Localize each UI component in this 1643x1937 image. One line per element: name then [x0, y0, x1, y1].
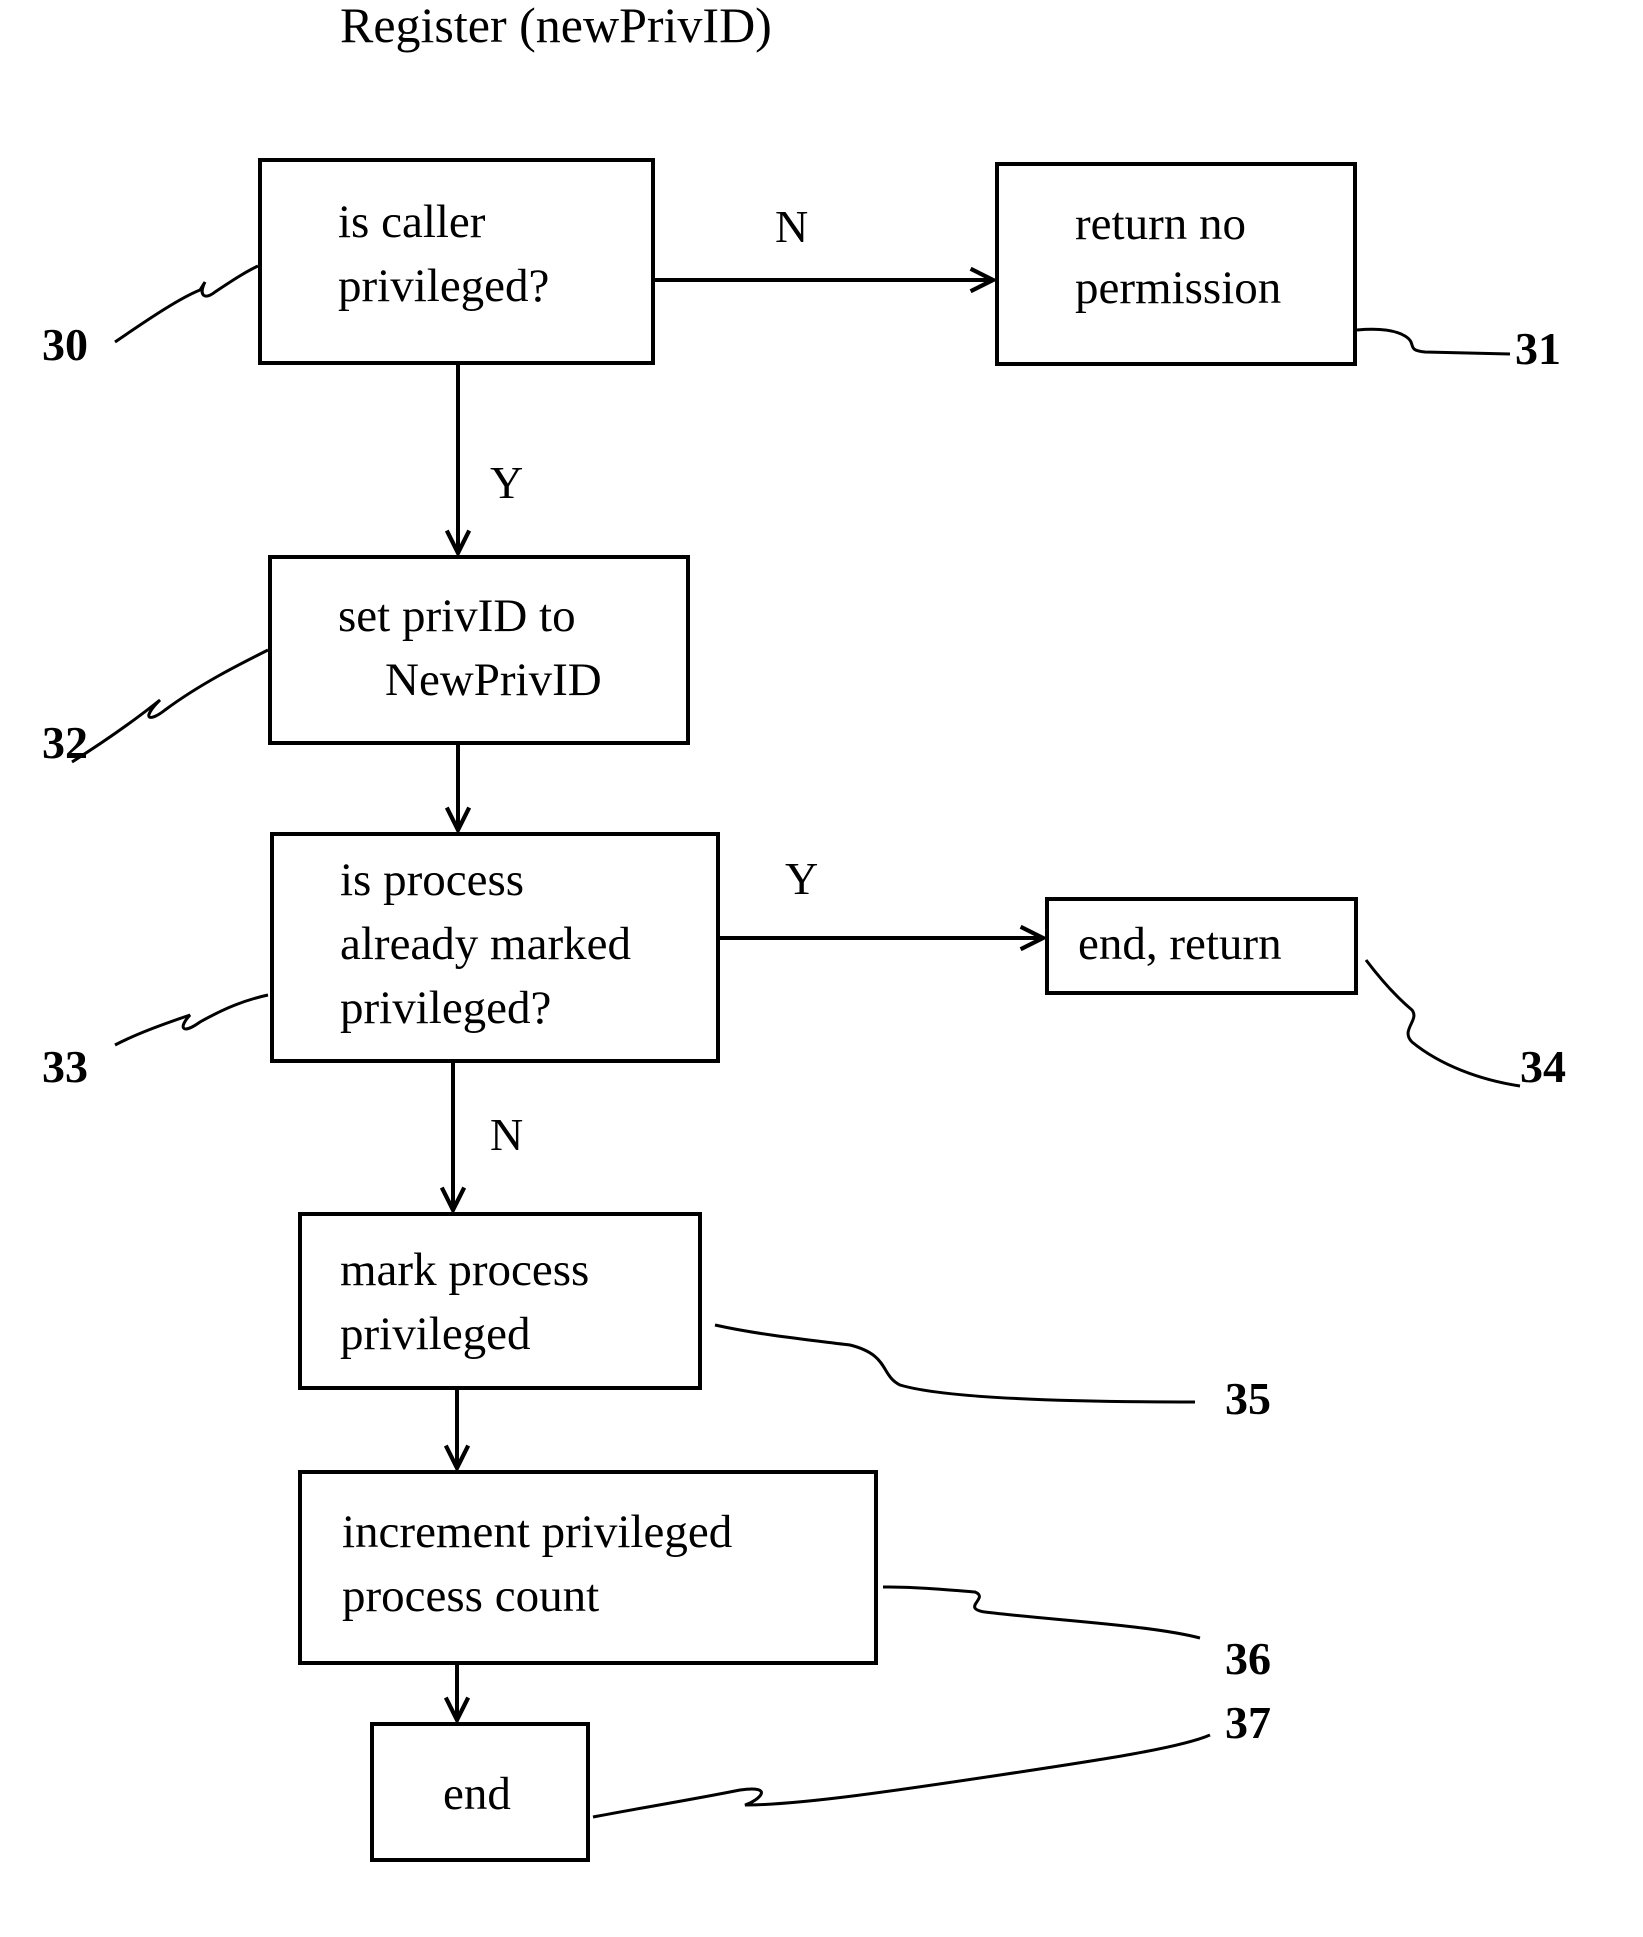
- ref-number-34: 34: [1520, 1041, 1566, 1092]
- ref-number-36: 36: [1225, 1633, 1271, 1684]
- ref-number-30: 30: [42, 319, 88, 370]
- ref-number-33: 33: [42, 1041, 88, 1092]
- leader-35: [714, 1323, 1196, 1404]
- node-31-line-1: return no: [1075, 198, 1246, 250]
- leader-33: [114, 993, 269, 1047]
- node-30-line-2: privileged?: [338, 260, 550, 312]
- ref-number-31: 31: [1515, 323, 1561, 374]
- leader-31: [1356, 327, 1511, 356]
- node-35-line-2: privileged: [340, 1308, 531, 1360]
- node-30-line-1: is caller: [338, 196, 486, 248]
- edge-label-no: N: [775, 201, 809, 252]
- edge-label-yes: Y: [490, 457, 524, 508]
- node-36-line-1: increment privileged: [342, 1506, 733, 1558]
- node-32-line-1: set privID to: [338, 590, 576, 642]
- node-33-line-2: already marked: [340, 918, 631, 970]
- node-31-line-2: permission: [1075, 262, 1282, 314]
- node-35-line-1: mark process: [340, 1244, 590, 1296]
- node-34-line-1: end, return: [1078, 918, 1282, 970]
- leader-37: [592, 1733, 1211, 1819]
- leader-34: [1364, 959, 1521, 1088]
- node-33-line-3: privileged?: [340, 982, 552, 1034]
- node-33-line-1: is process: [340, 854, 525, 906]
- leader-36: [882, 1585, 1201, 1640]
- edge-label-yes: Y: [785, 853, 819, 904]
- ref-number-35: 35: [1225, 1373, 1271, 1424]
- node-32-line-2: NewPrivID: [338, 654, 602, 706]
- leader-32: [71, 648, 269, 764]
- edge-label-no: N: [490, 1109, 524, 1160]
- node-37-line-1: end: [443, 1768, 511, 1820]
- ref-number-37: 37: [1225, 1697, 1271, 1748]
- ref-number-32: 32: [42, 717, 88, 768]
- leader-30: [114, 264, 259, 344]
- node-36-line-2: process count: [342, 1570, 600, 1622]
